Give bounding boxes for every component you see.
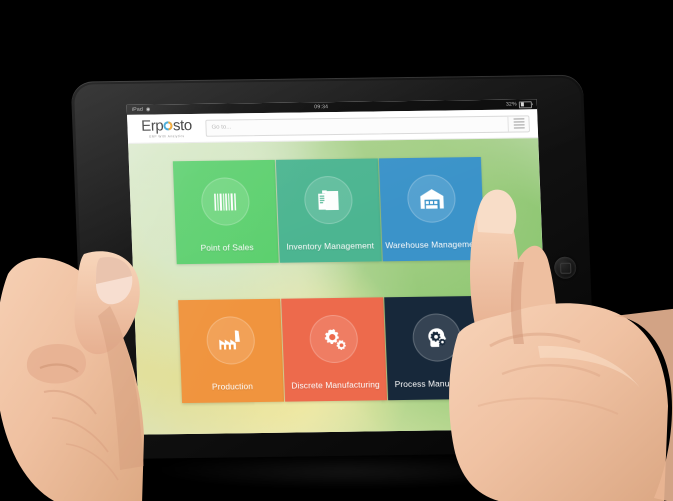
tile-icon-circle [205,316,256,365]
status-bar-left: iPad ◉ [132,105,151,115]
barcode-icon [214,192,237,211]
screenshot-stage: iPad ◉ 09:34 32% Erp sto ERP With Analyt… [0,0,673,501]
tile-icon-circle [411,313,462,362]
folders-documents-icon [318,189,339,210]
logo-text-before: Erp [140,117,164,135]
factory-icon [219,330,240,350]
tile-production[interactable]: Production [178,298,285,404]
search-bar[interactable] [205,114,530,137]
status-bar-right: 32% [505,99,533,109]
app-logo[interactable]: Erp sto ERP With Analytics [135,117,198,139]
tile-label: Warehouse Management [385,238,482,251]
battery-icon [518,100,533,108]
tile-label: Point of Sales [200,242,254,253]
hamburger-menu-icon[interactable] [507,115,529,132]
dashboard-wallpaper: Point of Sales Inventory Management Ware… [128,138,550,435]
tile-discrete-manufacturing[interactable]: Discrete Manufacturing [281,297,388,402]
tablet-device: iPad ◉ 09:34 32% Erp sto ERP With Analyt… [70,74,598,460]
tablet-screen: iPad ◉ 09:34 32% Erp sto ERP With Analyt… [126,99,550,435]
tile-inventory-management[interactable]: Inventory Management [275,158,382,263]
search-input[interactable] [206,116,508,136]
tile-point-of-sales[interactable]: Point of Sales [172,159,279,265]
logo-wordmark: Erp sto [140,117,193,135]
logo-text-after: sto [172,117,193,135]
tile-label: Production [211,381,254,392]
warehouse-icon [419,189,444,209]
logo-tagline: ERP With Analytics [149,134,185,139]
gears-icon [324,328,346,350]
logo-circle-icon [163,121,173,131]
head-gears-icon [428,327,446,347]
tile-icon-circle [308,314,359,364]
battery-percent-label: 32% [505,101,518,108]
tile-icon-circle [406,174,457,223]
tile-process-manufacturing[interactable]: Process Manufacturing [384,295,491,401]
tile-icon-circle [303,175,354,225]
module-tile-grid: Point of Sales Inventory Management Ware… [172,156,491,404]
home-button[interactable] [553,256,577,279]
tile-warehouse-management[interactable]: Warehouse Management [378,156,485,262]
carrier-label: iPad [131,106,144,113]
tile-label: Process Manufacturing [394,377,483,390]
tile-label: Inventory Management [286,240,375,252]
tile-label: Discrete Manufacturing [291,379,380,391]
tile-icon-circle [200,177,251,226]
